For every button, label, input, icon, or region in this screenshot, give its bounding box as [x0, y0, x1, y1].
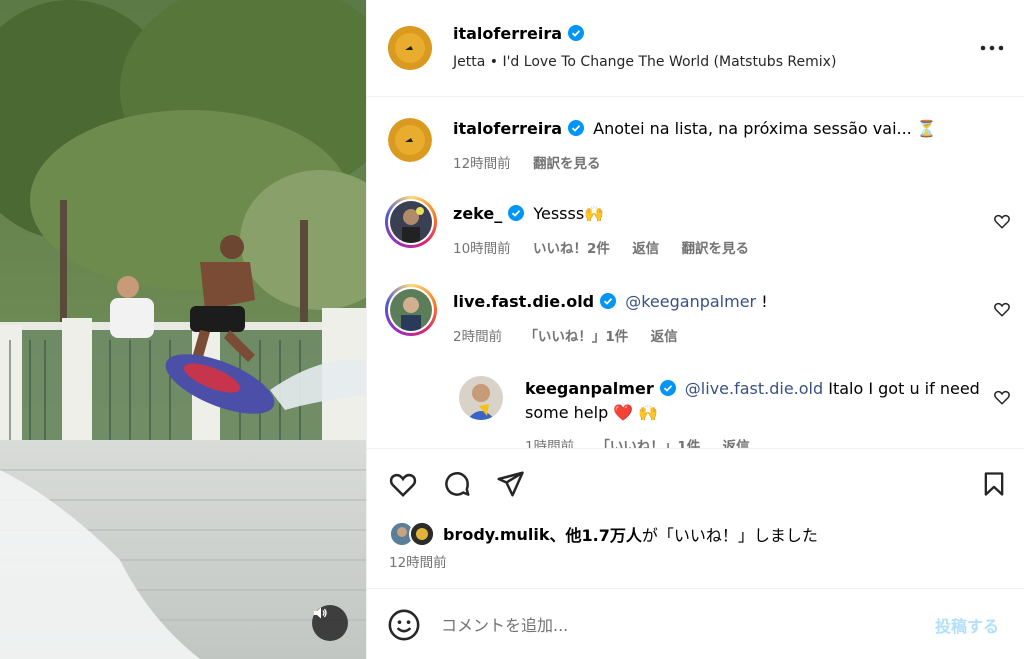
liker-avatars	[389, 521, 437, 547]
comment-text: Yessss🙌	[533, 204, 605, 223]
likes-summary: brody.mulik 、他1.7万人 が「いいね！」しました	[389, 521, 818, 547]
surf-photo	[0, 0, 366, 659]
comment-meta: 2時間前 「いいね！」1件 返信	[453, 325, 696, 345]
post-time: 12時間前	[389, 555, 447, 571]
reply-button[interactable]: 返信	[723, 439, 750, 448]
heart-icon[interactable]	[993, 300, 1011, 318]
comment-avatar[interactable]	[459, 376, 503, 420]
comment-likes-count[interactable]: 「いいね！」1件	[524, 329, 628, 345]
more-options-button[interactable]	[977, 36, 1007, 60]
post-media[interactable]	[0, 0, 366, 659]
comment-username[interactable]: zeke_	[453, 204, 502, 223]
comment-text: Anotei na lista, na próxima sessão vai..…	[593, 119, 937, 138]
heart-icon[interactable]	[993, 212, 1011, 230]
ellipsis-icon	[980, 45, 1004, 51]
comment-time: 2時間前	[453, 329, 503, 345]
verified-icon	[659, 380, 676, 396]
add-comment-bar: 投稿する	[367, 588, 1024, 659]
comment-avatar[interactable]	[385, 196, 437, 248]
mention-link[interactable]: @live.fast.die.old	[685, 379, 823, 398]
comment-body: live.fast.die.old @keeganpalmer !	[453, 292, 768, 311]
comment-text: !	[756, 292, 768, 311]
share-button[interactable]	[493, 467, 527, 501]
comment-likes-count[interactable]: 「いいね！」1件	[596, 439, 700, 448]
likes-count[interactable]: 、他1.7万人	[550, 522, 642, 546]
comment-meta: 12時間前 翻訳を見る	[453, 152, 618, 172]
see-translation-button[interactable]: 翻訳を見る	[533, 156, 601, 172]
verified-icon	[568, 120, 585, 136]
post-comment-button[interactable]: 投稿する	[935, 613, 999, 637]
comment-username[interactable]: live.fast.die.old	[453, 292, 594, 311]
see-translation-button[interactable]: 翻訳を見る	[681, 241, 749, 257]
comment-likes-count[interactable]: いいね！2件	[533, 241, 610, 257]
comment-text-line2: some help ❤️ 🙌	[525, 403, 659, 422]
music-link[interactable]: Jetta • I'd Love To Change The World (Ma…	[453, 54, 836, 70]
speaker-icon	[314, 607, 327, 619]
liker-username[interactable]: brody.mulik	[443, 525, 550, 544]
mention-link[interactable]: @keeganpalmer	[625, 292, 756, 311]
smiley-icon[interactable]	[387, 608, 421, 642]
verified-icon	[600, 293, 617, 309]
sound-toggle-button[interactable]	[312, 605, 348, 641]
heart-icon	[389, 473, 417, 498]
comment-body: keeganpalmer @live.fast.die.old Italo I …	[525, 379, 980, 398]
comment-time: 10時間前	[453, 241, 511, 257]
comment-text: Italo I got u if need	[823, 379, 980, 398]
likes-text: が「いいね！」しました	[641, 526, 818, 545]
comment-time: 12時間前	[453, 156, 511, 172]
comment-avatar[interactable]	[388, 118, 432, 162]
bookmark-icon	[984, 472, 1004, 496]
heart-icon[interactable]	[993, 388, 1011, 406]
post-header: italoferreira Jetta • I'd Love To Change…	[367, 0, 1024, 97]
comment-body: zeke_ Yessss🙌	[453, 204, 604, 223]
comment-icon	[445, 472, 470, 496]
comment-input[interactable]	[441, 611, 911, 639]
header-username-row: italoferreira	[453, 24, 585, 43]
comment-meta: 1時間前 「いいね！」1件 返信	[525, 435, 768, 448]
comment-username[interactable]: italoferreira	[453, 119, 562, 138]
comment-avatar[interactable]	[385, 284, 437, 336]
comment-meta: 10時間前 いいね！2件 返信 翻訳を見る	[453, 237, 767, 257]
reply-button[interactable]: 返信	[651, 329, 678, 345]
comment-body: italoferreira Anotei na lista, na próxim…	[453, 119, 937, 138]
comment-button[interactable]	[440, 467, 474, 501]
avatar[interactable]	[388, 26, 432, 70]
like-button[interactable]	[386, 467, 420, 501]
action-bar: brody.mulik 、他1.7万人 が「いいね！」しました 12時間前	[367, 448, 1024, 588]
verified-icon	[508, 205, 525, 221]
comment-time: 1時間前	[525, 439, 575, 448]
comment-username[interactable]: keeganpalmer	[525, 379, 654, 398]
post-panel: italoferreira Jetta • I'd Love To Change…	[366, 0, 1024, 659]
reply-button[interactable]: 返信	[632, 241, 659, 257]
header-username[interactable]: italoferreira	[453, 24, 562, 43]
paper-plane-icon	[497, 471, 524, 497]
save-button[interactable]	[977, 467, 1011, 501]
verified-icon	[568, 25, 585, 41]
comments-list[interactable]: italoferreira Anotei na lista, na próxim…	[367, 98, 1024, 448]
